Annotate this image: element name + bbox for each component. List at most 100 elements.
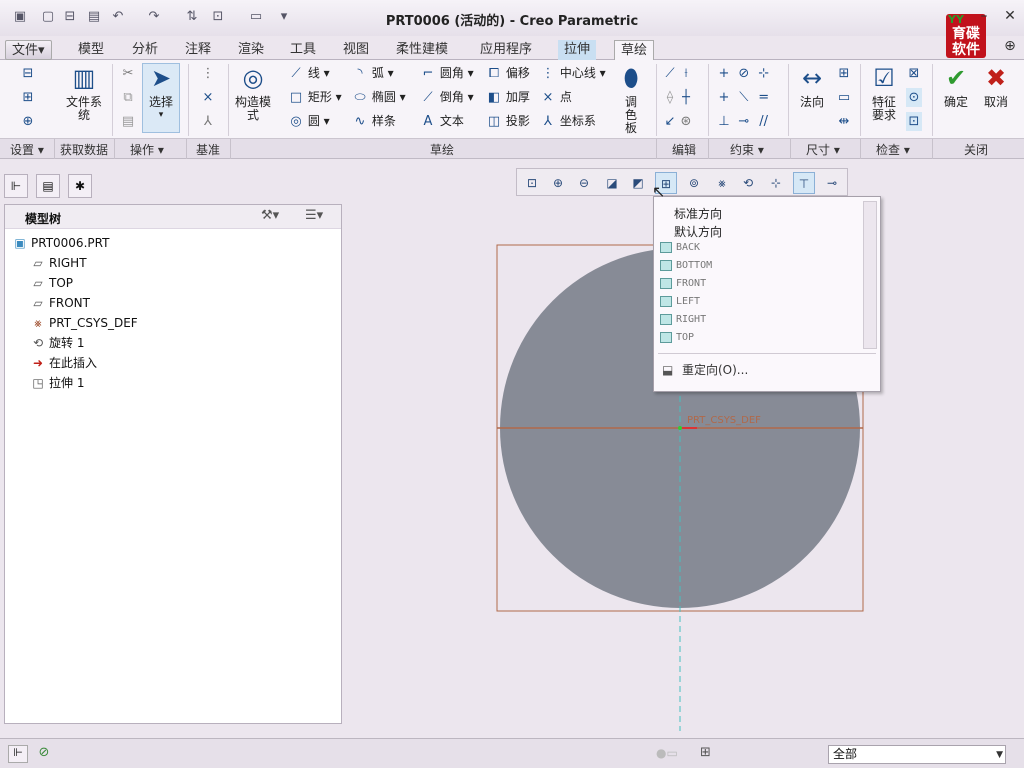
group-operations[interactable]: 操作 ▾	[130, 141, 164, 158]
tree-item-top[interactable]: ▱ TOP	[29, 273, 73, 293]
display-style-icon[interactable]: ◩	[627, 172, 649, 194]
centerline-tool[interactable]: ⋮ 中心线 ▾	[540, 64, 606, 83]
default-orientation-item[interactable]: 默认方向	[674, 223, 722, 240]
browser-toggle-icon[interactable]: ⊘	[34, 745, 54, 763]
view-top-item[interactable]: TOP	[660, 329, 694, 347]
references-icon[interactable]: ⊞	[20, 88, 36, 107]
datum-centerline-icon[interactable]: ⋮	[200, 64, 216, 83]
tree-item-csys[interactable]: ⨳ PRT_CSYS_DEF	[29, 313, 137, 333]
tree-item-insert-here[interactable]: ➜ 在此插入	[29, 353, 97, 373]
view-left-item[interactable]: LEFT	[660, 293, 700, 311]
tree-item-right[interactable]: ▱ RIGHT	[29, 253, 86, 273]
tab-tools[interactable]: 工具	[284, 40, 322, 60]
reorient-item[interactable]: ⬓ 重定向(O)...	[662, 361, 748, 378]
tab-flexible-modeling[interactable]: 柔性建模	[390, 40, 454, 60]
sketch-setup-icon[interactable]: ⊟	[20, 64, 36, 83]
dimension-display-icon[interactable]: ⊤	[793, 172, 815, 194]
datum-csys-icon[interactable]: ⅄	[200, 112, 216, 131]
favorites-tab-icon[interactable]: ✱	[68, 174, 92, 198]
repaint-icon[interactable]: ◪	[601, 172, 623, 194]
close-icon[interactable]: ✕	[1000, 8, 1020, 26]
tree-item-front[interactable]: ▱ FRONT	[29, 293, 90, 313]
shade-closed-loops-icon[interactable]: ⊡	[906, 112, 922, 131]
file-system-button[interactable]: ▥ 文件系统	[62, 64, 106, 122]
tree-columns-icon[interactable]: ☰▾	[305, 208, 323, 223]
tab-annotate[interactable]: 注释	[179, 40, 217, 60]
tab-analysis[interactable]: 分析	[126, 40, 164, 60]
normal-dimension-button[interactable]: ↔ 法向	[792, 64, 832, 109]
ellipse-tool[interactable]: ⬭ 椭圆 ▾	[352, 88, 405, 107]
project-tool[interactable]: ◫ 投影	[486, 112, 530, 131]
copy-icon[interactable]: ⧉	[120, 88, 136, 107]
perimeter-icon[interactable]: ⊞	[836, 64, 852, 83]
zoom-out-icon[interactable]: ⊖	[573, 172, 595, 194]
select-button[interactable]: ➤ 选择 ▾	[142, 63, 180, 133]
cancel-button[interactable]: ✖ 取消	[978, 64, 1014, 109]
baseline-icon[interactable]: ⇹	[836, 112, 852, 131]
construction-mode-button[interactable]: ◎ 构造模式	[234, 64, 272, 122]
view-right-item[interactable]: RIGHT	[660, 311, 706, 329]
group-constrain[interactable]: 约束 ▾	[730, 141, 764, 158]
tree-item-extrude[interactable]: ◳ 拉伸 1	[29, 373, 84, 393]
folder-browser-tab-icon[interactable]: ▤	[36, 174, 60, 198]
tab-view[interactable]: 视图	[337, 40, 375, 60]
csys-tool[interactable]: ⅄ 坐标系	[540, 112, 596, 131]
point-tool[interactable]: × 点	[540, 88, 572, 107]
palette-button[interactable]: ⬮ 调色板	[612, 64, 650, 135]
sketch-view-icon[interactable]: ⊕	[20, 112, 36, 131]
spline-tool[interactable]: ∿ 样条	[352, 112, 396, 131]
thicken-tool[interactable]: ◧ 加厚	[486, 88, 530, 107]
reference-dim-icon[interactable]: ▭	[836, 88, 852, 107]
group-dimension[interactable]: 尺寸 ▾	[806, 141, 840, 158]
tab-render[interactable]: 渲染	[232, 40, 270, 60]
circle-tool[interactable]: ◎ 圆 ▾	[288, 112, 329, 131]
overlapping-geometry-icon[interactable]: ⊠	[906, 64, 922, 83]
constraint-display-icon[interactable]: ⊸	[821, 172, 843, 194]
modify-icon[interactable]: ⟋ ⟊	[662, 64, 694, 83]
sketch-view-icon[interactable]: ⟲	[737, 172, 759, 194]
standard-orientation-item[interactable]: 标准方向	[674, 205, 722, 222]
cut-icon[interactable]: ✂	[120, 64, 136, 83]
tree-item-part[interactable]: ▣ PRT0006.PRT	[11, 233, 109, 253]
arc-tool[interactable]: ◝ 弧 ▾	[352, 64, 393, 83]
group-get-data[interactable]: 获取数据	[60, 141, 108, 158]
view-bottom-item[interactable]: BOTTOM	[660, 257, 712, 275]
tab-file[interactable]: 文件▾	[5, 40, 52, 60]
text-tool[interactable]: A 文本	[420, 112, 464, 131]
paste-icon[interactable]: ▤	[120, 112, 136, 131]
line-tool[interactable]: ⟋ 线 ▾	[288, 64, 329, 83]
tab-model[interactable]: 模型	[72, 40, 110, 60]
tab-extrude[interactable]: 拉伸	[558, 40, 597, 60]
highlight-open-ends-icon[interactable]: ⊙	[906, 88, 922, 107]
tab-sketch[interactable]: 草绘	[614, 40, 655, 60]
ok-button[interactable]: ✔ 确定	[938, 64, 974, 109]
view-back-item[interactable]: BACK	[660, 239, 700, 257]
tree-settings-icon[interactable]: ⚒▾	[261, 208, 279, 223]
zoom-in-icon[interactable]: ⊕	[547, 172, 569, 194]
find-icon[interactable]: ⊞	[700, 745, 711, 760]
refit-icon[interactable]: ⊡	[521, 172, 543, 194]
group-setup[interactable]: 设置 ▾	[10, 141, 44, 158]
perpendicular-constraint-icon[interactable]: ⊥ ⊸ //	[716, 112, 772, 131]
tree-item-revolve[interactable]: ⟲ 旋转 1	[29, 333, 84, 353]
view-front-item[interactable]: FRONT	[660, 275, 706, 293]
fillet-tool[interactable]: ⌐ 圆角 ▾	[420, 64, 474, 83]
view-manager-icon[interactable]: ⊚	[683, 172, 705, 194]
views-menu-scrollbar[interactable]	[863, 201, 877, 349]
minimize-icon[interactable]: –	[974, 8, 994, 26]
group-inspect[interactable]: 检查 ▾	[876, 141, 910, 158]
rectangle-tool[interactable]: □ 矩形 ▾	[288, 88, 342, 107]
datum-point-icon[interactable]: ×	[200, 88, 216, 107]
selection-filter[interactable]: 全部 ▼	[828, 745, 1006, 764]
horizontal-constraint-icon[interactable]: + ⟍ =	[716, 88, 772, 107]
mirror-icon[interactable]: ⟠ ┼	[662, 88, 694, 107]
chamfer-tool[interactable]: ⟋ 倒角 ▾	[420, 88, 473, 107]
rotate-resize-icon[interactable]: ↙ ⊛	[662, 112, 694, 131]
datum-display-icon[interactable]: ⨳	[711, 172, 733, 194]
model-tree-tab-icon[interactable]: ⊩	[4, 174, 28, 198]
toggle-navigator-icon[interactable]: ⊩	[8, 745, 28, 763]
vertical-constraint-icon[interactable]: + ⊘ ⊹	[716, 64, 772, 83]
spin-center-icon[interactable]: ⊹	[765, 172, 787, 194]
offset-tool[interactable]: ⧠ 偏移	[486, 64, 530, 83]
tab-applications[interactable]: 应用程序	[474, 40, 538, 60]
